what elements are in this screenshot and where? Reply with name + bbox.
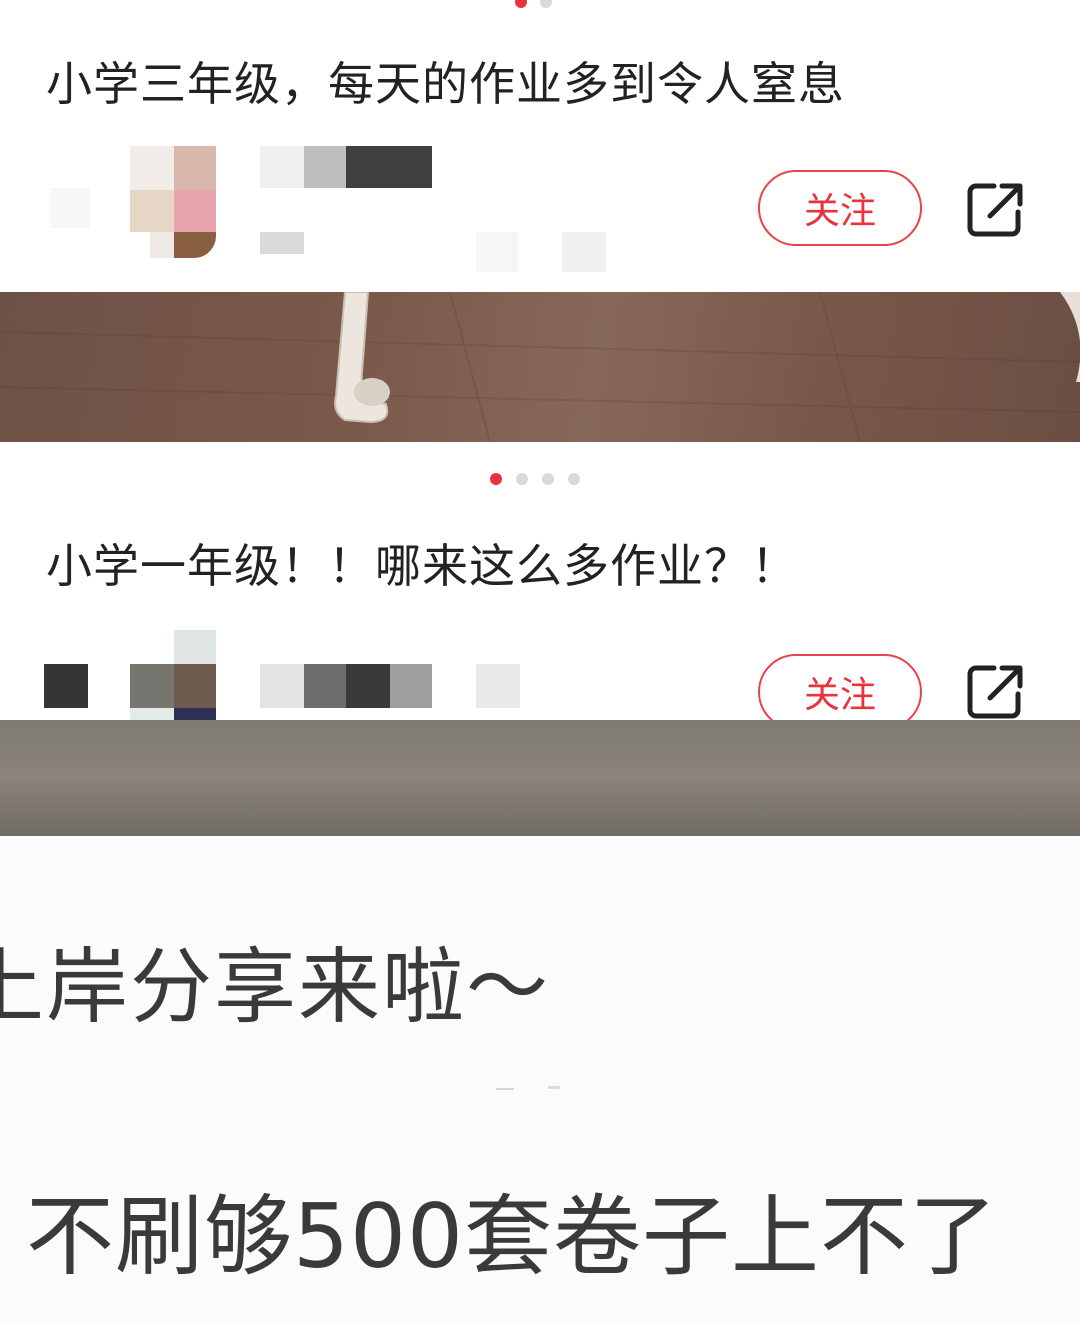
follow-button[interactable]: 关注 xyxy=(758,170,922,246)
post-title[interactable]: 小学三年级，每天的作业多到令人窒息 xyxy=(46,48,845,114)
carousel-dot[interactable] xyxy=(568,473,580,485)
post-image[interactable] xyxy=(0,720,1080,836)
overlay-screenshot: 上岸分享来啦～ 不刷够500套卷子上不了 xyxy=(0,836,1080,1323)
share-icon[interactable] xyxy=(966,180,1026,240)
divider-mark xyxy=(496,1088,514,1090)
overlay-heading: 上岸分享来啦～ xyxy=(0,940,551,1035)
post-title[interactable]: 小学一年级！！哪来这么多作业？！ xyxy=(46,530,798,596)
carousel-dot[interactable] xyxy=(516,473,528,485)
carousel-dot[interactable] xyxy=(540,0,552,8)
share-icon[interactable] xyxy=(966,662,1026,722)
carousel-dot-active[interactable] xyxy=(515,0,527,8)
carousel-dot-active[interactable] xyxy=(490,473,502,485)
carousel-dot[interactable] xyxy=(542,473,554,485)
divider-mark xyxy=(548,1086,560,1089)
post-image[interactable] xyxy=(0,292,1080,442)
overlay-subheading: 不刷够500套卷子上不了 xyxy=(26,1185,998,1288)
follow-button[interactable]: 关注 xyxy=(758,654,922,730)
